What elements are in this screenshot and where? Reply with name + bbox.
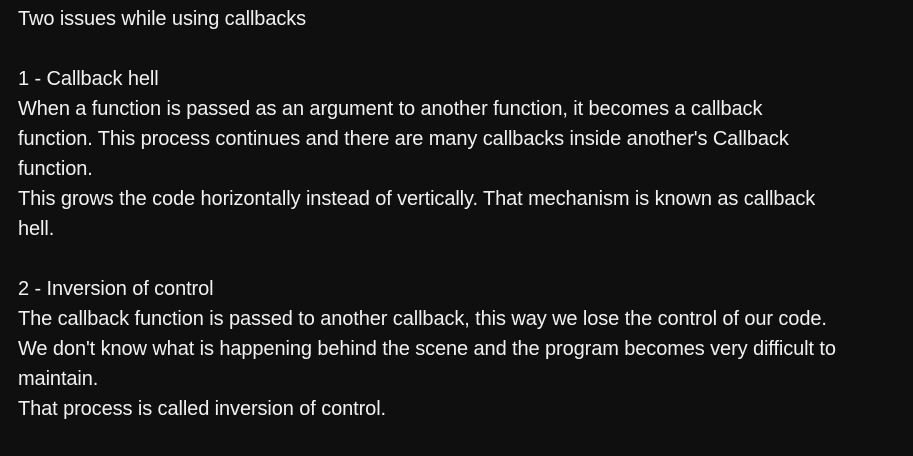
comment-line-heading-1: 1 - Callback hell: [18, 68, 159, 90]
comment-line-heading-2: 2 - Inversion of control: [18, 278, 214, 300]
comment-line: maintain.: [18, 368, 99, 390]
comment-line: We don't know what is happening behind t…: [18, 338, 836, 360]
comment-line: function. This process continues and the…: [18, 128, 789, 150]
comment-line: This grows the code horizontally instead…: [18, 188, 816, 210]
comment-body: Two issues while using callbacks 1 - Cal…: [18, 4, 908, 424]
comment-line: The callback function is passed to anoth…: [18, 308, 827, 330]
comment-line: hell.: [18, 218, 55, 240]
comment-line: When a function is passed as an argument…: [18, 98, 763, 120]
comment-line-title: Two issues while using callbacks: [18, 8, 307, 30]
comment-line: That process is called inversion of cont…: [18, 398, 386, 420]
comment-line: function.: [18, 158, 93, 180]
